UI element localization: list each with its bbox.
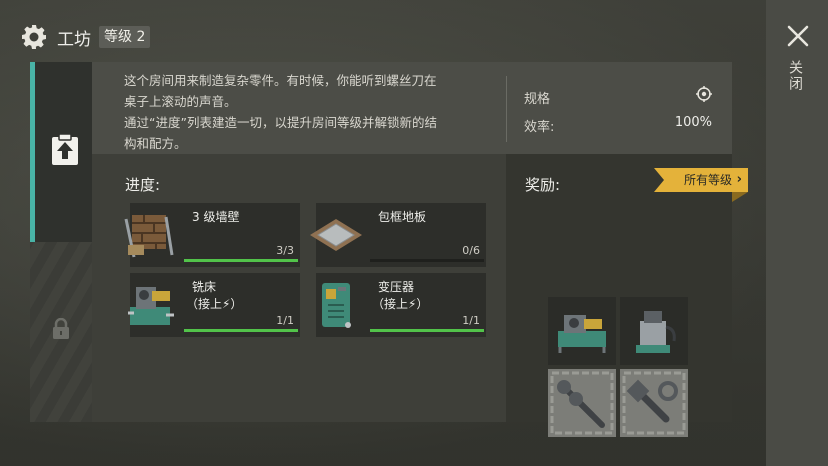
lathe-machine-icon[interactable] xyxy=(548,297,616,365)
tab-upgrade[interactable] xyxy=(30,62,92,242)
card-name: 铣床 xyxy=(192,280,217,294)
lock-icon xyxy=(53,318,69,339)
screws-icon[interactable] xyxy=(548,369,616,437)
close-button-label[interactable]: 关闭 xyxy=(787,60,805,92)
spec-label: 规格 xyxy=(524,92,551,107)
card-sub: （接上⚡） xyxy=(372,297,429,311)
progress-bar xyxy=(370,329,484,332)
tab-locked[interactable] xyxy=(30,242,92,422)
welding-machine-icon[interactable] xyxy=(620,297,688,365)
floor-icon xyxy=(310,219,362,251)
card-count: 0/6 xyxy=(462,244,480,257)
progress-card-milling-machine[interactable]: 铣床 （接上⚡） 1/1 xyxy=(128,273,300,337)
card-name: 变压器 xyxy=(378,280,415,294)
all-levels-label: 所有等级 xyxy=(684,173,733,187)
card-count: 3/3 xyxy=(276,244,294,257)
bolts-icon[interactable] xyxy=(620,369,688,437)
description-line: 这个房间用来制造复杂零件。有时候，你能听到螺丝刀在 xyxy=(124,73,437,88)
progress-card-wall[interactable]: 3 级墙壁 3/3 xyxy=(124,203,300,267)
room-description: 这个房间用来制造复杂零件。有时候，你能听到螺丝刀在 桌子上滚动的声音。 通过“进… xyxy=(124,70,474,154)
divider xyxy=(506,76,507,142)
transformer-icon xyxy=(322,283,351,328)
card-count: 1/1 xyxy=(276,314,294,327)
upgrade-icon xyxy=(52,134,78,165)
info-box: 这个房间用来制造复杂零件。有时候，你能听到螺丝刀在 桌子上滚动的声音。 通过“进… xyxy=(92,62,732,154)
reward-heading: 奖励: xyxy=(525,176,561,194)
description-line: 构和配方。 xyxy=(124,136,187,151)
progress-bar xyxy=(184,329,298,332)
progress-heading: 进度: xyxy=(125,176,161,194)
progress-card-transformer[interactable]: 变压器 （接上⚡） 1/1 xyxy=(316,273,486,337)
spec-icon[interactable] xyxy=(696,86,712,102)
gear-icon[interactable] xyxy=(20,23,48,51)
progress-bar xyxy=(370,259,484,262)
all-levels-button[interactable]: 所有等级 › xyxy=(654,168,748,192)
description-line: 通过“进度”列表建造一切，以提升房间等级并解锁新的结 xyxy=(124,115,437,130)
progress-bar-fill xyxy=(184,329,298,332)
page-title: 工坊 xyxy=(57,29,91,50)
main-panel: 这个房间用来制造复杂零件。有时候，你能听到螺丝刀在 桌子上滚动的声音。 通过“进… xyxy=(92,62,748,437)
efficiency-label: 效率: xyxy=(524,120,555,135)
card-sub: （接上⚡） xyxy=(186,297,243,311)
description-line: 桌子上滚动的声音。 xyxy=(124,94,237,109)
milling-machine-icon xyxy=(128,287,174,325)
tab-rail xyxy=(30,62,92,422)
progress-bar-fill xyxy=(370,329,484,332)
card-name: 包框地板 xyxy=(378,210,427,224)
chevron-right-icon: › xyxy=(736,172,742,187)
level-badge: 等级 2 xyxy=(99,26,151,48)
progress-card-floor[interactable]: 包框地板 0/6 xyxy=(310,203,486,267)
card-name: 3 级墙壁 xyxy=(192,210,240,224)
reward-panel: 奖励: 所有等级 › xyxy=(506,154,748,437)
card-count: 1/1 xyxy=(462,314,480,327)
wall-icon xyxy=(124,215,174,258)
header: 工坊 等级 2 xyxy=(20,22,151,52)
progress-bar xyxy=(184,259,298,262)
progress-bar-fill xyxy=(184,259,298,262)
close-icon[interactable] xyxy=(786,24,810,48)
efficiency-value: 100% xyxy=(674,115,712,130)
